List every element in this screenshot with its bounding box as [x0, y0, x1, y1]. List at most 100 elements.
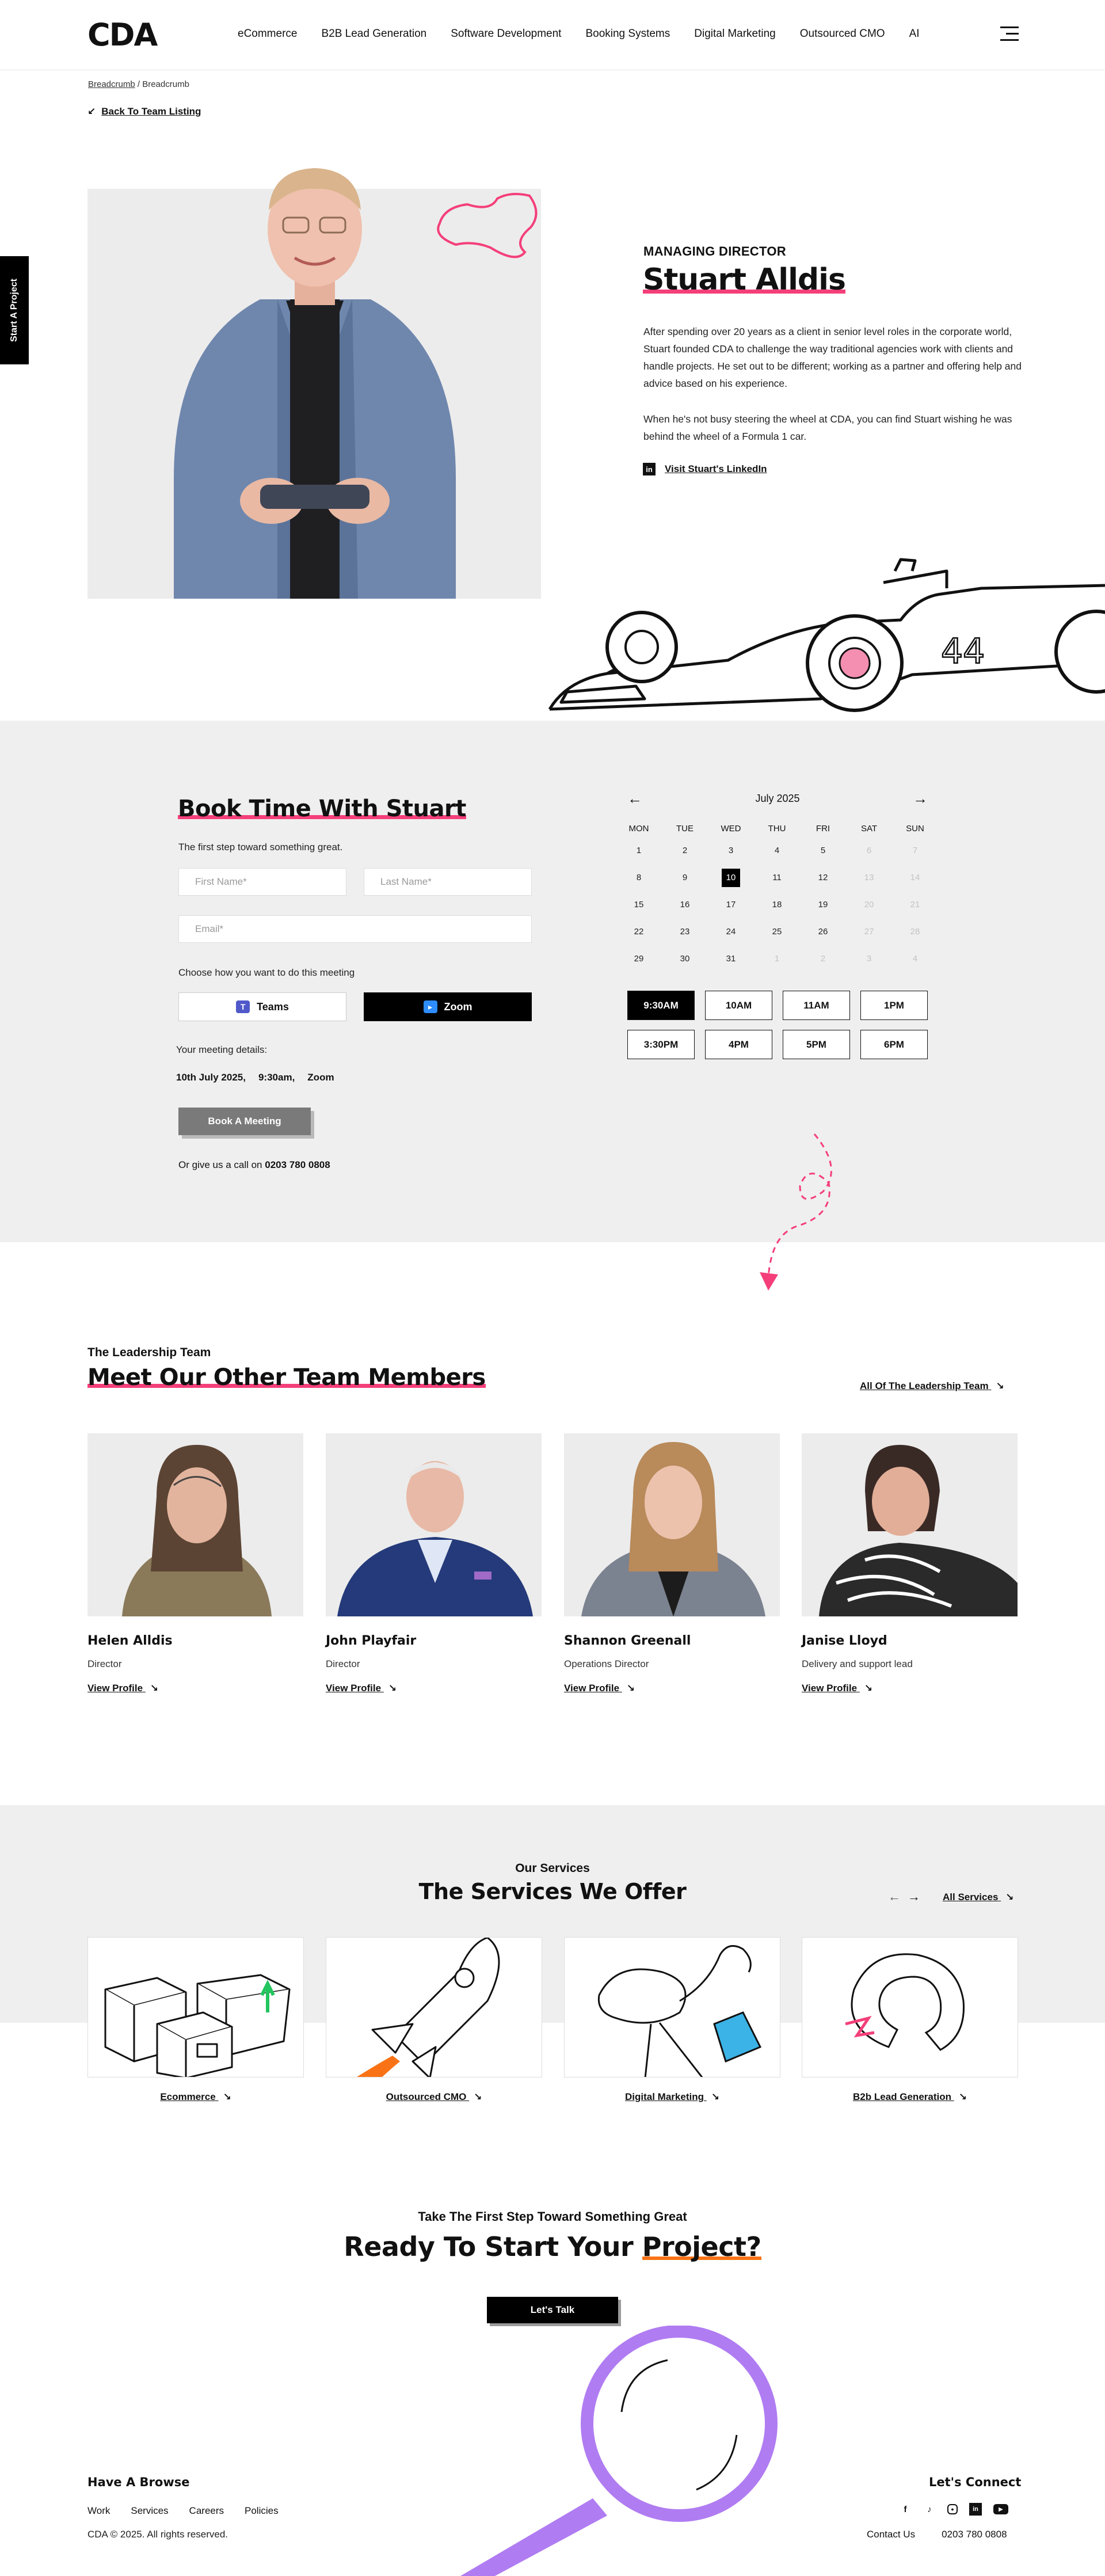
lets-talk-button[interactable]: Let's Talk: [487, 2297, 618, 2323]
footer-phone[interactable]: 0203 780 0808: [942, 2529, 1007, 2540]
linkedin-link[interactable]: in Visit Stuart's LinkedIn: [643, 463, 767, 475]
view-profile-link[interactable]: View Profile ↘: [802, 1683, 1018, 1694]
team-member-card[interactable]: John Playfair Director View Profile ↘: [326, 1433, 542, 1694]
calendar-day[interactable]: 23: [662, 918, 708, 945]
all-leadership-link[interactable]: All Of The Leadership Team ↘: [860, 1380, 1004, 1392]
call-us-phone[interactable]: 0203 780 0808: [265, 1159, 330, 1170]
footer-copyright: CDA © 2025. All rights reserved.: [87, 2529, 228, 2540]
team-member-card[interactable]: Shannon Greenall Operations Director Vie…: [564, 1433, 780, 1694]
calendar-day: 4: [892, 945, 938, 972]
time-slot-button[interactable]: 5PM: [783, 1030, 850, 1059]
calendar-day[interactable]: 25: [754, 918, 800, 945]
zoom-button[interactable]: ▸ Zoom: [364, 992, 532, 1021]
calendar-day[interactable]: 2: [662, 837, 708, 864]
calendar-day[interactable]: 19: [800, 891, 846, 918]
team-kicker: The Leadership Team: [87, 1346, 211, 1359]
view-profile-link[interactable]: View Profile ↘: [326, 1683, 542, 1694]
calendar-day[interactable]: 16: [662, 891, 708, 918]
footer-link-work[interactable]: Work: [87, 2505, 110, 2517]
view-profile-link[interactable]: View Profile ↘: [564, 1683, 780, 1694]
last-name-input[interactable]: Last Name*: [364, 868, 532, 896]
instagram-icon[interactable]: ●: [947, 2504, 958, 2514]
calendar-day[interactable]: 11: [754, 864, 800, 891]
calendar-next-arrow-icon[interactable]: →: [913, 790, 928, 808]
calendar-day[interactable]: 4: [754, 837, 800, 864]
nav-item-b2b-lead-generation[interactable]: B2B Lead Generation: [321, 28, 426, 40]
nav-item-ai[interactable]: AI: [909, 28, 920, 40]
footer-link-careers[interactable]: Careers: [189, 2505, 224, 2517]
teams-button[interactable]: T Teams: [178, 992, 346, 1021]
tiktok-icon[interactable]: ♪: [923, 2503, 936, 2516]
calendar-day[interactable]: 15: [616, 891, 662, 918]
nav-item-outsourced-cmo[interactable]: Outsourced CMO: [800, 28, 885, 40]
calendar-day-number: 26: [818, 927, 828, 937]
time-slot-button[interactable]: 6PM: [860, 1030, 928, 1059]
start-project-tab[interactable]: Start A Project: [0, 256, 29, 364]
first-name-input[interactable]: First Name*: [178, 868, 346, 896]
time-slot-button[interactable]: 11AM: [783, 991, 850, 1020]
nav-item-booking-systems[interactable]: Booking Systems: [585, 28, 670, 40]
calendar-day[interactable]: 31: [708, 945, 754, 972]
footer-connect-title: Let's Connect: [929, 2475, 1022, 2489]
calendar-day[interactable]: 9: [662, 864, 708, 891]
calendar-day-number: 17: [726, 900, 736, 910]
all-services-link[interactable]: All Services ↘: [943, 1892, 1013, 1903]
time-slot-button[interactable]: 1PM: [860, 991, 928, 1020]
email-input[interactable]: Email*: [178, 915, 532, 943]
profile-name-text: Stuart Alldis: [643, 262, 846, 297]
meeting-details: 10th July 2025, 9:30am, Zoom: [176, 1072, 334, 1083]
calendar-day-number: 25: [772, 927, 782, 937]
calendar-day: 20: [846, 891, 892, 918]
calendar-day[interactable]: 8: [616, 864, 662, 891]
calendar-day-selected[interactable]: 10: [708, 864, 754, 891]
calendar-day[interactable]: 30: [662, 945, 708, 972]
cta-title-part-2: Project?: [642, 2231, 761, 2262]
linkedin-link-label: Visit Stuart's LinkedIn: [665, 463, 767, 474]
team-member-card[interactable]: Helen Alldis Director View Profile ↘: [87, 1433, 303, 1694]
linkedin-icon[interactable]: in: [969, 2503, 982, 2516]
footer-link-policies[interactable]: Policies: [245, 2505, 279, 2517]
calendar-day[interactable]: 18: [754, 891, 800, 918]
calendar-day[interactable]: 29: [616, 945, 662, 972]
arrow-left-icon[interactable]: ←: [888, 1889, 901, 1904]
nav-item-software-development[interactable]: Software Development: [451, 28, 561, 40]
service-label-b2b-lead-generation[interactable]: B2b Lead Generation ↘: [802, 2091, 1018, 2103]
facebook-icon[interactable]: f: [899, 2503, 912, 2516]
profile-role: MANAGING DIRECTOR: [643, 244, 786, 258]
calendar-day[interactable]: 24: [708, 918, 754, 945]
view-profile-link[interactable]: View Profile ↘: [87, 1683, 303, 1694]
calendar-day[interactable]: 3: [708, 837, 754, 864]
team-member-card[interactable]: Janise Lloyd Delivery and support lead V…: [802, 1433, 1018, 1694]
logo[interactable]: CDA: [87, 20, 158, 51]
arrow-down-right-icon: ↘: [474, 2091, 482, 2102]
time-slot-button[interactable]: 9:30AM: [627, 991, 695, 1020]
calendar-day[interactable]: 22: [616, 918, 662, 945]
time-slot-button[interactable]: 4PM: [705, 1030, 772, 1059]
calendar-day: 27: [846, 918, 892, 945]
service-label-outsourced-cmo[interactable]: Outsourced CMO ↘: [326, 2091, 542, 2103]
calendar-day[interactable]: 5: [800, 837, 846, 864]
service-label-digital-marketing[interactable]: Digital Marketing ↘: [564, 2091, 780, 2103]
book-meeting-button[interactable]: Book A Meeting: [178, 1108, 311, 1135]
service-card-b2b-lead-generation[interactable]: [802, 1937, 1018, 2077]
calendar-day[interactable]: 26: [800, 918, 846, 945]
service-card-digital-marketing[interactable]: [564, 1937, 780, 2077]
footer-link-services[interactable]: Services: [131, 2505, 168, 2517]
service-label-ecommerce[interactable]: Ecommerce ↘: [87, 2091, 304, 2103]
nav-item-ecommerce[interactable]: eCommerce: [238, 28, 297, 40]
back-to-team-link[interactable]: ↙ Back To Team Listing: [87, 106, 201, 117]
time-slot-button[interactable]: 10AM: [705, 991, 772, 1020]
footer-contact-link[interactable]: Contact Us: [867, 2529, 915, 2540]
calendar-day[interactable]: 17: [708, 891, 754, 918]
calendar-day[interactable]: 12: [800, 864, 846, 891]
service-card-ecommerce[interactable]: [87, 1937, 304, 2077]
menu-icon[interactable]: [1000, 26, 1019, 41]
time-slot-button[interactable]: 3:30PM: [627, 1030, 695, 1059]
arrow-right-icon[interactable]: →: [908, 1889, 920, 1904]
nav-item-digital-marketing[interactable]: Digital Marketing: [694, 28, 776, 40]
calendar-day[interactable]: 1: [616, 837, 662, 864]
service-card-outsourced-cmo[interactable]: [326, 1937, 542, 2077]
calendar-prev-arrow-icon[interactable]: ←: [627, 790, 642, 808]
youtube-icon[interactable]: ▶: [993, 2504, 1008, 2514]
breadcrumb-link[interactable]: Breadcrumb: [88, 79, 135, 89]
